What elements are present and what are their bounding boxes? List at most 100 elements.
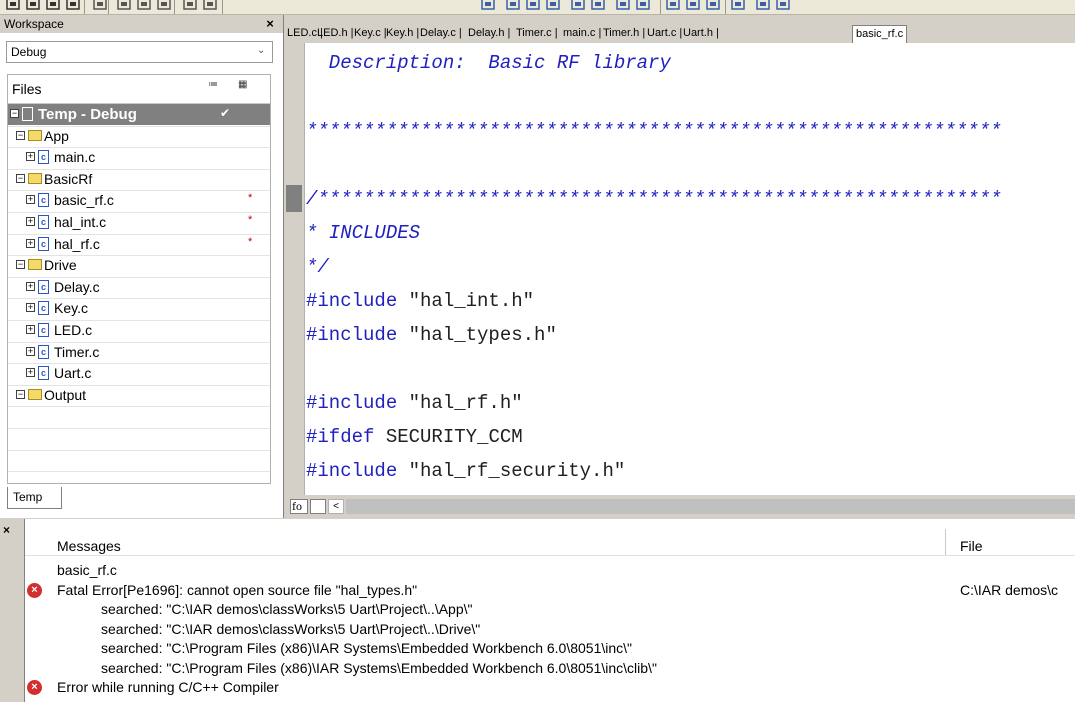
configuration-value: Debug (11, 45, 47, 59)
messages-close-button[interactable]: × (3, 523, 10, 537)
paste-icon[interactable] (156, 0, 172, 11)
undo-icon[interactable] (182, 0, 198, 11)
expand-icon[interactable]: + (26, 325, 35, 334)
find-next-icon[interactable] (525, 0, 541, 11)
c-file-icon: c (38, 301, 49, 316)
open-icon[interactable] (25, 0, 41, 11)
message-row[interactable]: searched: "C:\IAR demos\classWorks\5 Uar… (25, 621, 1075, 640)
expand-icon[interactable]: + (26, 195, 35, 205)
nav-forward-icon[interactable] (635, 0, 651, 11)
tab-key-c[interactable]: Key.c | (354, 25, 387, 43)
options-icon[interactable]: ≔ (208, 79, 218, 90)
preprocessor-directive: #ifdef (306, 426, 375, 449)
make-icon[interactable] (685, 0, 701, 11)
workspace-tab-temp[interactable]: Temp (7, 487, 62, 509)
project-icon (22, 107, 33, 121)
tree-file-item[interactable]: + c main.c (8, 147, 270, 168)
tree-folder-item[interactable]: − Drive (8, 255, 270, 276)
goto-icon[interactable] (570, 0, 586, 11)
workspace-close-button[interactable]: × (263, 16, 277, 31)
edit2-icon[interactable] (775, 0, 791, 11)
layout-icon[interactable]: ▦ (238, 79, 247, 90)
grid-line (8, 233, 270, 235)
function-navigator[interactable]: fo (290, 499, 308, 514)
file-column-header[interactable]: File (960, 538, 983, 554)
tab-uart-h[interactable]: Uart.h | (683, 25, 719, 43)
redo-icon[interactable] (202, 0, 218, 11)
configuration-select[interactable]: Debug ⌄ (6, 41, 273, 63)
expand-icon[interactable]: + (26, 281, 35, 291)
tab-key-h[interactable]: Key.h | (386, 25, 419, 43)
tab-timer-c[interactable]: Timer.c | (516, 25, 558, 43)
collapse-icon[interactable]: − (16, 260, 25, 270)
horizontal-scrollbar[interactable]: fo < (284, 495, 1075, 516)
bookmark-icon[interactable] (590, 0, 606, 11)
cut-icon[interactable] (116, 0, 132, 11)
print-icon[interactable] (92, 0, 108, 11)
tree-item-label: Key.c (54, 300, 88, 317)
collapse-icon[interactable]: − (10, 109, 19, 118)
tree-item-label: Delay.c (54, 278, 100, 295)
c-file-icon: c (38, 215, 49, 229)
expand-icon[interactable]: + (26, 346, 35, 356)
scroll-left-button[interactable]: < (328, 499, 344, 514)
tree-project-item[interactable]: − Temp - Debug ✔ (8, 104, 270, 125)
collapse-icon[interactable]: − (16, 173, 25, 183)
message-row[interactable]: searched: "C:\IAR demos\classWorks\5 Uar… (25, 601, 1075, 620)
tab-timer-h[interactable]: Timer.h | (603, 25, 645, 43)
tab-delay-h[interactable]: Delay.h | (468, 25, 510, 43)
dropdown-icon[interactable] (480, 0, 496, 11)
tree-file-item[interactable]: + c Timer.c (8, 342, 270, 363)
tree-folder-item[interactable]: − BasicRf (8, 169, 270, 190)
scroll-track[interactable] (346, 499, 1075, 514)
error-message-row[interactable]: × Fatal Error[Pe1696]: cannot open source… (25, 582, 1075, 601)
edit-icon[interactable] (755, 0, 771, 11)
toolbar-separator (84, 0, 85, 14)
tab-uart-c[interactable]: Uart.c | (647, 25, 682, 43)
tree-file-item[interactable]: + c hal_int.c * (8, 212, 270, 233)
editor-tabs: LED.c | LED.h | Key.c | Key.h | Delay.c | Del… (284, 22, 1075, 44)
messages-column-header[interactable]: Messages (57, 538, 121, 554)
tree-file-item[interactable]: + c Delay.c (8, 277, 270, 298)
grid-line (8, 298, 270, 300)
tab-led-h[interactable]: LED.h | (317, 25, 354, 43)
expand-icon[interactable]: + (26, 217, 35, 226)
compile-icon[interactable] (665, 0, 681, 11)
files-header: Files ≔ ▦ (8, 75, 270, 104)
save-all-icon[interactable] (65, 0, 81, 11)
error-message-row[interactable]: × Error while running C/C++ Compiler (25, 679, 1075, 698)
tree-file-item[interactable]: + c basic_rf.c * (8, 190, 270, 211)
message-row[interactable]: searched: "C:\Program Files (x86)\IAR Sy… (25, 660, 1075, 679)
tree-file-item[interactable]: + c hal_rf.c * (8, 234, 270, 255)
grid-line (8, 212, 270, 213)
save-icon[interactable] (45, 0, 61, 11)
expand-icon[interactable]: + (26, 303, 35, 313)
nav-back-icon[interactable] (615, 0, 631, 11)
column-divider[interactable] (945, 529, 946, 555)
tree-file-item[interactable]: + c Uart.c (8, 363, 270, 384)
tree-folder-item[interactable]: − App (8, 126, 270, 147)
find-prev-icon[interactable] (545, 0, 561, 11)
expand-icon[interactable]: + (26, 152, 35, 162)
find-icon[interactable] (505, 0, 521, 11)
message-row[interactable]: basic_rf.c (25, 562, 1075, 581)
collapse-icon[interactable]: − (16, 389, 25, 399)
tab-delay-c[interactable]: Delay.c | (420, 25, 462, 43)
tree-folder-item[interactable]: − Output (8, 385, 270, 406)
code-editor[interactable]: Description: Basic RF library ***********… (284, 43, 1075, 495)
collapse-icon[interactable]: − (16, 130, 25, 140)
tree-item-label: Uart.c (54, 365, 92, 382)
tree-item-label: basic_rf.c (54, 192, 114, 209)
debug-icon[interactable] (705, 0, 721, 11)
copy-icon[interactable] (136, 0, 152, 11)
new-file-icon[interactable] (5, 0, 21, 11)
message-row[interactable]: searched: "C:\Program Files (x86)\IAR Sy… (25, 640, 1075, 659)
expand-icon[interactable]: + (26, 238, 35, 248)
expand-icon[interactable]: + (26, 368, 35, 378)
tab-main-c[interactable]: main.c | (563, 25, 601, 43)
stop-icon[interactable] (730, 0, 746, 11)
tab-basic_rf-c[interactable]: basic_rf.c (852, 25, 908, 43)
messages-header: Messages File (25, 519, 1075, 556)
tree-file-item[interactable]: + c LED.c (8, 320, 270, 341)
tree-file-item[interactable]: + c Key.c (8, 298, 270, 319)
